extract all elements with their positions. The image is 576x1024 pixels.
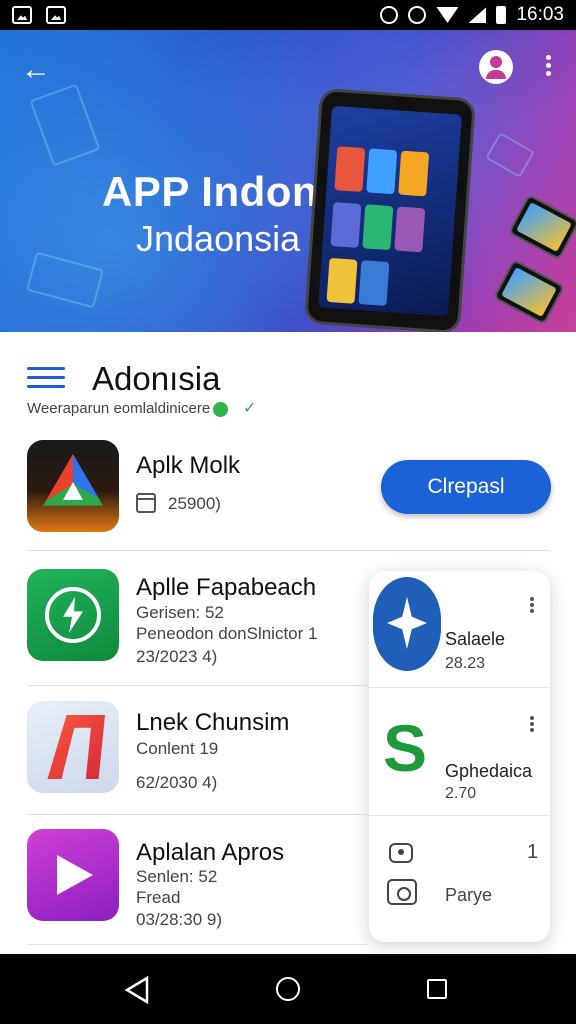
battery-icon <box>496 6 507 24</box>
back-arrow-icon[interactable]: ← <box>18 52 54 88</box>
signal-icon <box>468 7 487 23</box>
gallery-icon <box>12 6 32 24</box>
app-icon-play[interactable] <box>27 829 119 921</box>
app-meta: Conlent 19 <box>136 739 219 758</box>
navigation-bar <box>0 954 576 1024</box>
more-options-icon[interactable] <box>528 595 536 615</box>
hamburger-menu-icon[interactable] <box>27 367 65 389</box>
camera-icon[interactable] <box>387 879 417 905</box>
vibrate-icon <box>408 6 427 24</box>
card-row-value: 1 <box>527 841 539 863</box>
app-icon-drive[interactable] <box>27 440 119 532</box>
nav-back-icon[interactable] <box>124 976 150 1004</box>
divider <box>369 687 550 688</box>
alarm-icon <box>380 6 399 24</box>
app-meta: 23/2023 4) <box>136 647 218 666</box>
nav-home-icon[interactable] <box>276 977 300 1001</box>
hero-banner: ← APP Indonsia Jndaonsia <box>0 30 576 332</box>
status-time: 16:03 <box>516 4 564 25</box>
divider <box>27 685 367 686</box>
app-meta: Fread <box>136 888 181 907</box>
app-icon-s[interactable]: S <box>383 715 431 781</box>
divider <box>27 814 367 815</box>
card-item-title[interactable]: Gphedaica <box>445 761 532 782</box>
app-title[interactable]: Aplle Fapabeach <box>136 574 316 602</box>
profile-icon[interactable] <box>479 50 513 84</box>
status-left-icons <box>12 6 66 24</box>
card-item-sub: 28.23 <box>445 655 486 672</box>
phone-illustration <box>303 87 477 332</box>
calendar-icon <box>136 493 156 513</box>
app-meta: Senlen: 52 <box>136 867 218 886</box>
divider <box>27 550 550 551</box>
wifi-icon <box>436 7 459 23</box>
card-item-title[interactable]: Salaele <box>445 629 505 650</box>
image-icon <box>46 6 66 24</box>
app-title[interactable]: Lnek Chunsim <box>136 709 289 737</box>
app-meta: 62/2030 4) <box>136 773 218 792</box>
section-subtitle: Weeraparun eomlaldinicere <box>27 400 211 417</box>
app-meta: Gerisen: 52 <box>136 603 224 622</box>
verified-badge-icon <box>213 402 228 417</box>
more-options-icon[interactable] <box>538 52 558 82</box>
app-icon-green[interactable] <box>27 569 119 661</box>
status-bar: 16:03 <box>0 0 576 30</box>
divider <box>27 944 367 945</box>
banner-subtitle: Jndaonsia <box>136 218 301 259</box>
app-title[interactable]: Aplk Molk <box>136 452 240 480</box>
app-title[interactable]: Aplalan Apros <box>136 839 284 867</box>
app-icon-red[interactable] <box>27 701 119 793</box>
floating-app-card: Salaele 28.23 S Gphedaica 2.70 1 Parye <box>369 571 550 942</box>
install-button[interactable]: Clrepasl <box>381 460 551 514</box>
divider <box>369 815 550 816</box>
status-right-icons: 16:03 <box>380 4 564 26</box>
chip-icon[interactable] <box>389 843 413 863</box>
app-meta: Peneodon donSlnictor 1 <box>136 624 318 643</box>
card-bottom-label[interactable]: Parye <box>445 885 492 906</box>
app-meta: 25900) <box>168 494 221 513</box>
more-options-icon[interactable] <box>528 714 536 734</box>
section-title: Adonısia <box>92 360 221 397</box>
check-icon: ✓ <box>243 400 257 417</box>
app-meta: 03/28:30 9) <box>136 910 223 929</box>
card-item-sub: 2.70 <box>445 785 477 802</box>
nav-recents-icon[interactable] <box>427 979 447 999</box>
